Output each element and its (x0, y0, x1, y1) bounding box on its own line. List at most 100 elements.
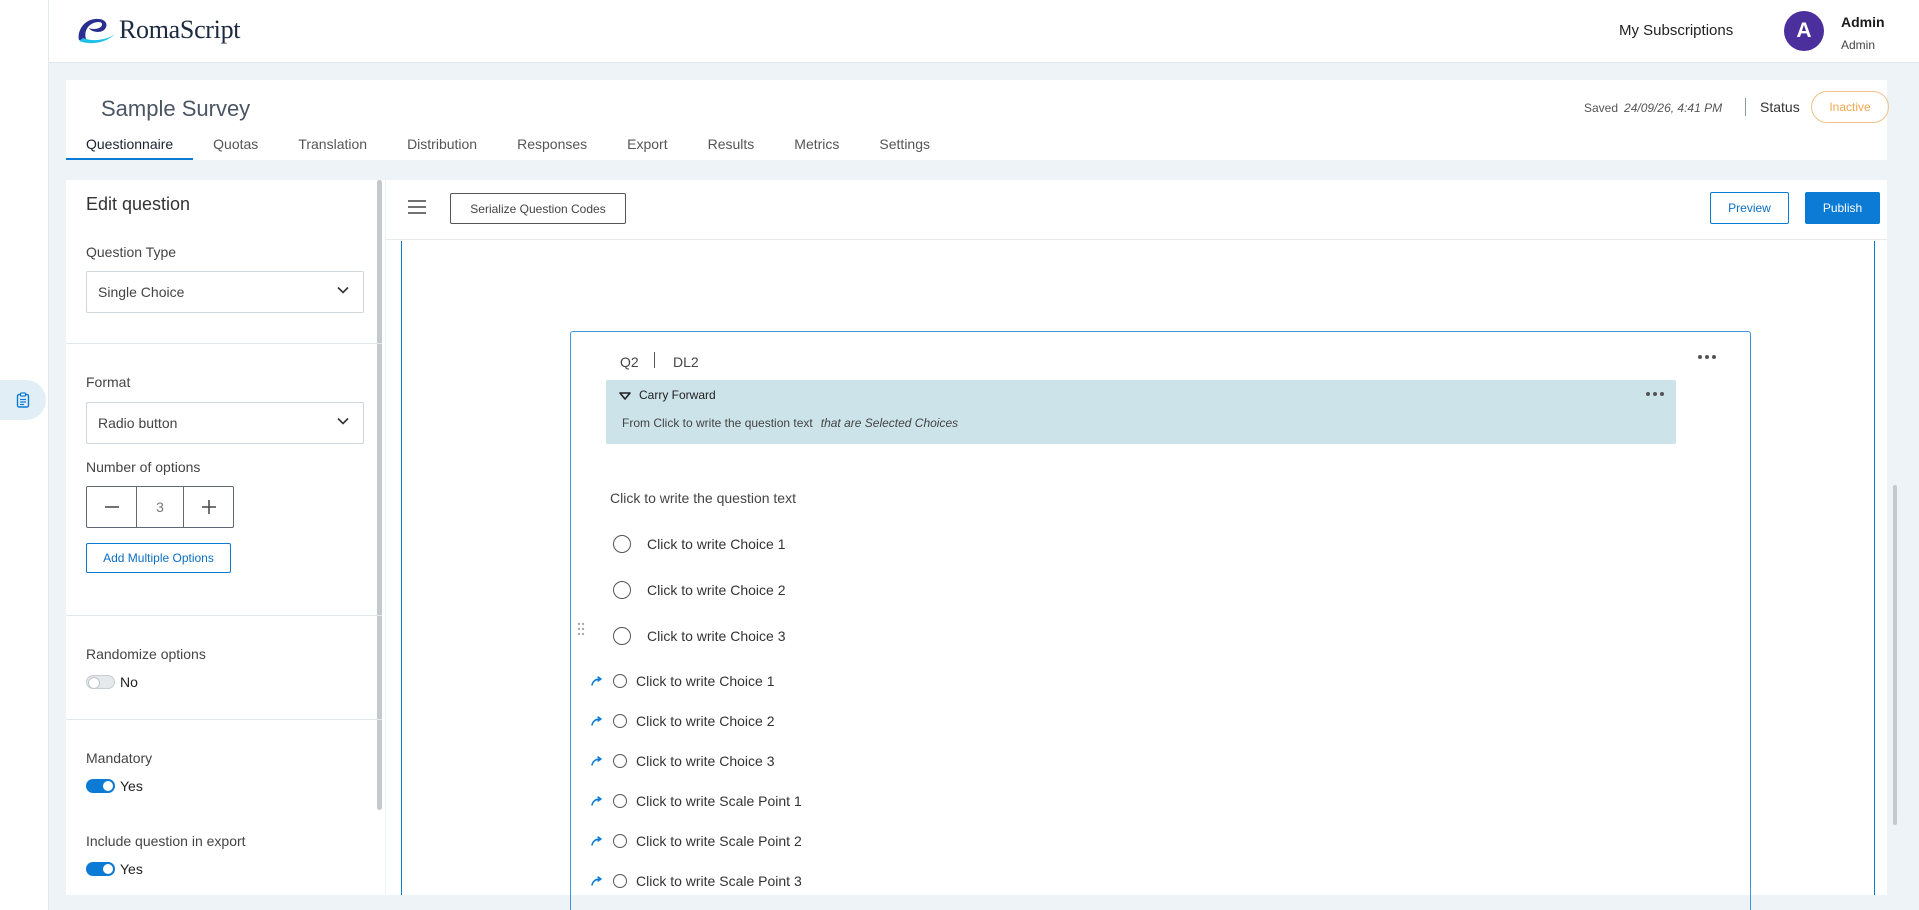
tab-questionnaire[interactable]: Questionnaire (66, 134, 194, 160)
choice-item[interactable]: Click to write Choice 2 (613, 581, 786, 599)
carried-choice-item[interactable]: Click to write Choice 1 (591, 673, 775, 689)
minus-icon (104, 506, 119, 508)
choice-text: Click to write Scale Point 2 (636, 833, 802, 849)
choice-text[interactable]: Click to write Choice 3 (647, 628, 786, 644)
question-code-divider (654, 352, 655, 368)
choice-text: Click to write Choice 1 (636, 673, 775, 689)
publish-button[interactable]: Publish (1805, 192, 1880, 224)
question-card[interactable]: Q2 DL2 Carry Forward From Click to write… (570, 331, 1751, 910)
user-role: Admin (1841, 38, 1876, 52)
tab-quotas[interactable]: Quotas (193, 134, 278, 160)
survey-title: Sample Survey (101, 96, 251, 121)
carry-forward-link-icon (591, 876, 602, 886)
left-rail (0, 0, 49, 910)
carry-forward-source: From Click to write the question text (622, 416, 813, 430)
survey-tabs: Questionnaire Quotas Translation Distrib… (66, 134, 950, 160)
carry-forward-link-icon (591, 676, 602, 686)
app-logo[interactable]: RomaScript (75, 14, 241, 46)
format-select[interactable]: Radio button (86, 402, 364, 444)
choice-text: Click to write Scale Point 3 (636, 873, 802, 889)
status-badge[interactable]: Inactive (1811, 91, 1889, 123)
carry-forward-description: From Click to write the question text tha… (622, 416, 958, 430)
section-divider (66, 719, 382, 720)
carry-forward-more-icon[interactable] (1646, 392, 1664, 396)
choice-text[interactable]: Click to write Choice 2 (647, 582, 786, 598)
tab-responses[interactable]: Responses (497, 134, 607, 160)
num-options-value[interactable]: 3 (136, 487, 184, 527)
tab-translation[interactable]: Translation (278, 134, 387, 160)
radio-icon (613, 874, 627, 888)
saved-time: 24/09/26, 4:41 PM (1624, 101, 1723, 115)
edit-panel-title: Edit question (86, 194, 191, 214)
carried-choice-item[interactable]: Click to write Scale Point 3 (591, 873, 802, 889)
carry-forward-panel[interactable]: Carry Forward From Click to write the qu… (606, 380, 1676, 444)
saved-label: Saved (1584, 101, 1619, 115)
radio-icon (613, 714, 627, 728)
menu-button[interactable] (408, 200, 426, 219)
chevron-down-icon (337, 286, 349, 294)
randomize-label: Randomize options (86, 646, 206, 662)
question-text[interactable]: Click to write the question text (610, 490, 796, 506)
carried-choice-item[interactable]: Click to write Scale Point 1 (591, 793, 802, 809)
question-code[interactable]: Q2 (620, 354, 639, 370)
tab-results[interactable]: Results (688, 134, 775, 160)
tab-metrics[interactable]: Metrics (774, 134, 859, 160)
user-avatar[interactable]: A (1784, 11, 1824, 51)
choice-text[interactable]: Click to write Choice 1 (647, 536, 786, 552)
rail-questionnaire-tab[interactable] (0, 380, 46, 420)
mandatory-value: Yes (120, 778, 143, 794)
randomize-value: No (120, 674, 138, 690)
tab-export[interactable]: Export (607, 134, 687, 160)
question-type-select[interactable]: Single Choice (86, 271, 364, 313)
radio-icon (613, 834, 627, 848)
mandatory-toggle[interactable] (86, 779, 115, 793)
my-subscriptions-link[interactable]: My Subscriptions (1619, 22, 1733, 39)
num-options-label: Number of options (86, 459, 201, 475)
radio-icon (613, 627, 631, 645)
status-label: Status (1760, 99, 1800, 115)
plus-icon (201, 500, 216, 514)
section-divider (66, 615, 382, 616)
tab-settings[interactable]: Settings (859, 134, 950, 160)
increment-button[interactable] (184, 487, 233, 527)
radio-icon (613, 754, 627, 768)
choice-text: Click to write Choice 2 (636, 713, 775, 729)
edit-question-panel: Edit question Question Type Single Choic… (66, 180, 385, 895)
carry-forward-title: Carry Forward (639, 388, 716, 402)
saved-indicator: Saved 24/09/26, 4:41 PM (1584, 101, 1722, 115)
edit-panel-scrollbar[interactable] (377, 180, 382, 810)
question-more-icon[interactable] (1698, 355, 1716, 359)
carried-choice-item[interactable]: Click to write Choice 3 (591, 753, 775, 769)
carried-choice-item[interactable]: Click to write Choice 2 (591, 713, 775, 729)
clipboard-icon (16, 392, 30, 408)
choice-text: Click to write Scale Point 1 (636, 793, 802, 809)
radio-icon (613, 535, 631, 553)
radio-icon (613, 674, 627, 688)
choice-item[interactable]: Click to write Choice 1 (613, 535, 786, 553)
question-id[interactable]: DL2 (673, 354, 699, 370)
carry-forward-link-icon (591, 756, 602, 766)
question-editor: Serialize Question Codes Preview Publish… (386, 180, 1897, 910)
hamburger-icon (408, 200, 426, 214)
choice-item[interactable]: Click to write Choice 3 (613, 627, 786, 645)
survey-titlebar: Sample Survey Saved 24/09/26, 4:41 PM Sta… (66, 80, 1889, 160)
serialize-codes-button[interactable]: Serialize Question Codes (450, 193, 626, 224)
question-type-value: Single Choice (98, 284, 185, 300)
add-multiple-options-button[interactable]: Add Multiple Options (86, 543, 231, 573)
preview-button[interactable]: Preview (1710, 192, 1789, 224)
canvas-scrollbar[interactable] (1893, 485, 1897, 825)
caret-down-icon (619, 392, 631, 400)
format-label: Format (86, 374, 131, 390)
drag-handle-icon[interactable] (577, 622, 585, 641)
decrement-button[interactable] (87, 487, 136, 527)
randomize-toggle[interactable] (86, 675, 115, 689)
tab-distribution[interactable]: Distribution (387, 134, 497, 160)
mandatory-label: Mandatory (86, 750, 153, 766)
carried-choice-item[interactable]: Click to write Scale Point 2 (591, 833, 802, 849)
logo-icon (78, 18, 115, 44)
chevron-down-icon (337, 417, 349, 425)
carry-forward-link-icon (591, 716, 602, 726)
radio-icon (613, 794, 627, 808)
include-export-toggle[interactable] (86, 862, 115, 876)
user-name[interactable]: Admin (1841, 14, 1885, 30)
